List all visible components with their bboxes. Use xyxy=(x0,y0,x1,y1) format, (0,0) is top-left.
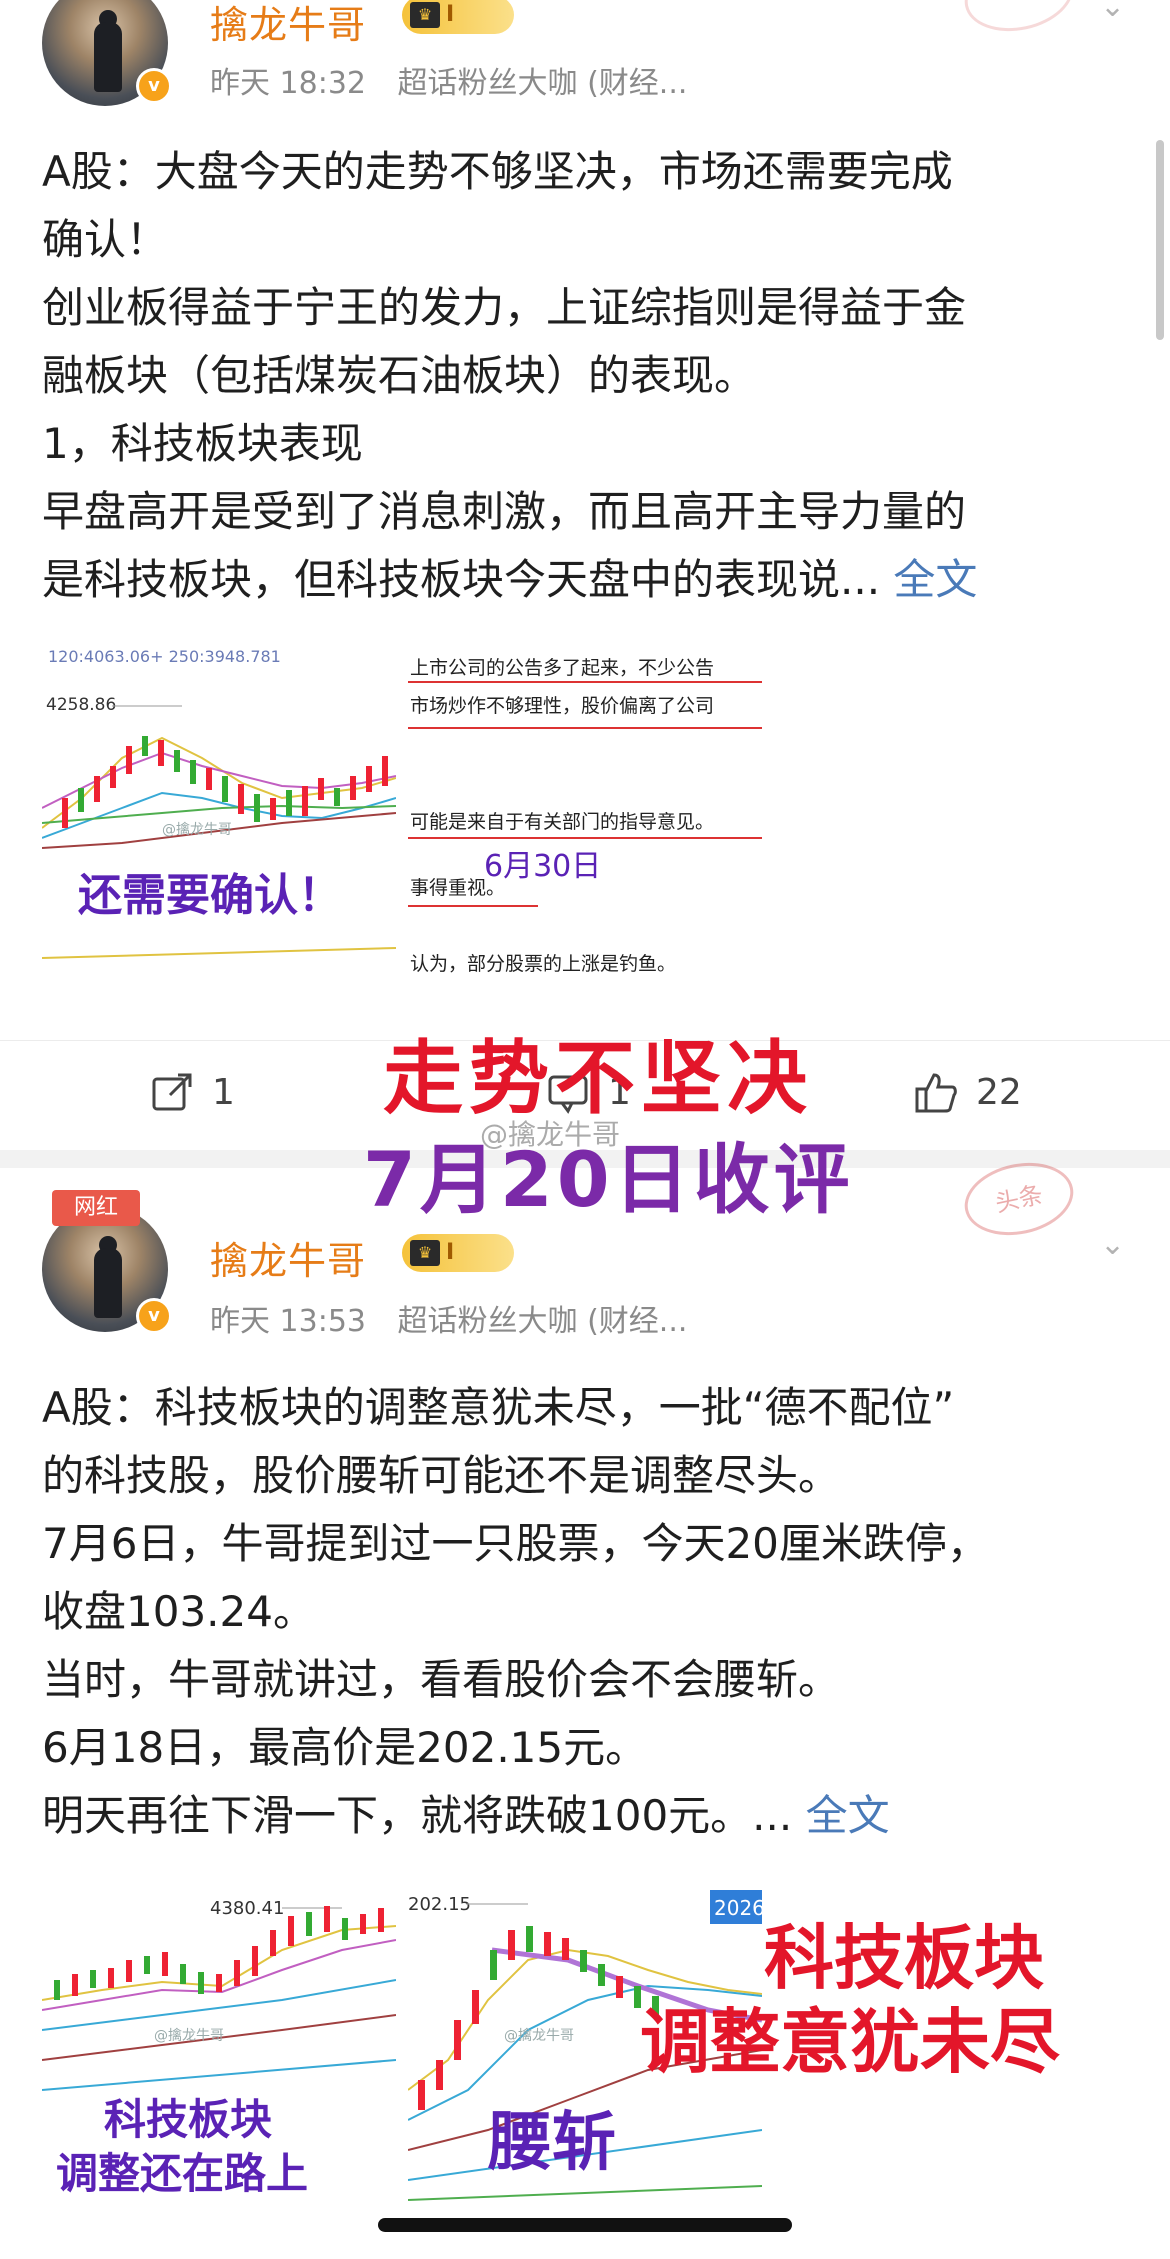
image-watermark: @擒龙牛哥 xyxy=(162,821,232,838)
price-label: 202.15 xyxy=(408,1894,471,1915)
chevron-down-icon[interactable]: ⌄ xyxy=(1100,0,1130,22)
image-caption-line1: 科技板块 xyxy=(104,2095,272,2144)
kline-chart: 4380.41 @擒龙牛哥 科技板块 调整还在路上 xyxy=(42,1890,396,2210)
level-badge[interactable]: ♛ I xyxy=(402,1234,514,1272)
news-line: 可能是来自于有关部门的指导意见。 xyxy=(410,811,714,833)
post-time: 昨天 13:53 xyxy=(210,1304,366,1339)
news-line: 市场炒作不够理性，股价偏离了公司 xyxy=(410,695,714,717)
post-meta: 昨天 18:32 超话粉丝大咖 (财经... xyxy=(210,58,687,102)
image-caption: 腰斩 xyxy=(488,2106,616,2180)
scrollbar[interactable] xyxy=(1156,140,1164,340)
news-line: 事得重视。 xyxy=(410,877,505,899)
news-line: 认为，部分股票的上涨是钓鱼。 xyxy=(410,953,676,973)
read-more-link[interactable]: 全文 xyxy=(806,1791,890,1840)
post-source[interactable]: 超话粉丝大咖 (财经... xyxy=(398,66,688,101)
stamp-icon xyxy=(957,0,1081,41)
post-body: A股：大盘今天的走势不够坚决，市场还需要完成 确认！ 创业板得益于宁王的发力，上… xyxy=(42,138,1132,614)
chevron-down-icon[interactable]: ⌄ xyxy=(1100,1230,1130,1260)
image-caption-line2: 调整还在路上 xyxy=(56,2149,308,2198)
body-line: 早盘高开是受到了消息刺激，而且高开主导力量的 xyxy=(42,487,967,536)
share-count: 1 xyxy=(212,1072,235,1113)
body-line: 是科技板块，但科技板块今天盘中的表现说... 全文 xyxy=(42,546,1132,614)
body-line: 当时，牛哥就讲过，看看股价会不会腰斩。 xyxy=(42,1655,841,1704)
like-button[interactable]: 22 xyxy=(914,1071,1022,1115)
avatar-figure xyxy=(94,22,122,92)
post-image-kline[interactable]: 4380.41 @擒龙牛哥 科技板块 调整还在路上 xyxy=(42,1890,396,2210)
kline-chart: 120:4063.06+ 250:3948.781 4258.86 @擒龙牛哥 … xyxy=(42,648,396,973)
ma-values-text: 120:4063.06+ 250:3948.781 xyxy=(48,648,281,666)
username[interactable]: 擒龙牛哥 xyxy=(210,1230,366,1285)
username[interactable]: 擒龙牛哥 xyxy=(210,0,366,49)
image-watermark: @擒龙牛哥 xyxy=(504,2027,574,2044)
body-line: 确认！ xyxy=(42,215,169,264)
verified-icon: v xyxy=(136,68,172,104)
price-label: 4380.41 xyxy=(210,1898,284,1919)
avatar-figure xyxy=(94,1248,122,1318)
image-watermark: @擒龙牛哥 xyxy=(154,2027,224,2044)
image-caption: 还需要确认！ xyxy=(78,870,342,921)
body-line-text: 明天再往下滑一下，就将跌破100元。... xyxy=(42,1791,793,1840)
overlay-title-purple: 7月20日收评 xyxy=(363,1135,854,1224)
level-text: I xyxy=(446,2,455,27)
body-line-text: 是科技板块，但科技板块今天盘中的表现说... xyxy=(42,555,881,604)
body-line: 的科技股，股价腰斩可能还不是调整尽头。 xyxy=(42,1451,841,1500)
share-icon xyxy=(152,1073,192,1111)
post-time: 昨天 18:32 xyxy=(210,66,366,101)
post-image-news[interactable]: 上市公司的公告多了起来，不少公告 市场炒作不够理性，股价偏离了公司 可能是来自于… xyxy=(408,648,762,973)
crown-icon: ♛ xyxy=(410,2,440,28)
body-line: A股：科技板块的调整意犹未尽，一批“德不配位” xyxy=(42,1383,955,1432)
thumbs-up-icon xyxy=(915,1073,957,1113)
news-excerpt: 上市公司的公告多了起来，不少公告 市场炒作不够理性，股价偏离了公司 可能是来自于… xyxy=(408,648,762,973)
influencer-tag: 网红 xyxy=(52,1190,140,1226)
body-line: 1，科技板块表现 xyxy=(42,419,363,468)
like-count: 22 xyxy=(976,1072,1022,1113)
body-line: 明天再往下滑一下，就将跌破100元。... 全文 xyxy=(42,1782,1132,1850)
post-source[interactable]: 超话粉丝大咖 (财经... xyxy=(398,1304,688,1339)
corner-label: 2026 xyxy=(714,1896,762,1920)
overlay-right-line2: 调整意犹未尽 xyxy=(640,2001,1060,2083)
post-image-kline[interactable]: 120:4063.06+ 250:3948.781 4258.86 @擒龙牛哥 … xyxy=(42,648,396,973)
share-button[interactable]: 1 xyxy=(150,1071,235,1115)
body-line: 6月18日，最高价是202.15元。 xyxy=(42,1723,648,1772)
headline-stamp: 头条 xyxy=(957,1153,1081,1245)
body-line: 融板块（包括煤炭石油板块）的表现。 xyxy=(42,351,757,400)
body-line: 7月6日，牛哥提到过一只股票，今天20厘米跌停， xyxy=(42,1519,989,1568)
home-indicator[interactable] xyxy=(378,2218,792,2232)
body-line: 收盘103.24。 xyxy=(42,1587,315,1636)
price-label: 4258.86 xyxy=(46,695,116,715)
post-meta: 昨天 13:53 超话粉丝大咖 (财经... xyxy=(210,1296,687,1340)
body-line: 创业板得益于宁王的发力，上证综指则是得益于金 xyxy=(42,283,967,332)
level-badge[interactable]: ♛ I xyxy=(402,0,514,34)
verified-icon: v xyxy=(136,1298,172,1334)
level-text: I xyxy=(446,1240,455,1265)
body-line: A股：大盘今天的走势不够坚决，市场还需要完成 xyxy=(42,147,953,196)
weibo-post-1: v 擒龙牛哥 ♛ I 昨天 18:32 超话粉丝大咖 (财经... ⌄ A股：大… xyxy=(0,0,1170,1150)
crown-icon: ♛ xyxy=(410,1240,440,1266)
news-line: 上市公司的公告多了起来，不少公告 xyxy=(410,657,714,679)
weibo-post-2: 网红 v 擒龙牛哥 ♛ I 昨天 13:53 超话粉丝大咖 (财经... ⌄ 头… xyxy=(0,1153,1170,2259)
post-body: A股：科技板块的调整意犹未尽，一批“德不配位” 的科技股，股价腰斩可能还不是调整… xyxy=(42,1374,1132,1850)
read-more-link[interactable]: 全文 xyxy=(893,555,977,604)
